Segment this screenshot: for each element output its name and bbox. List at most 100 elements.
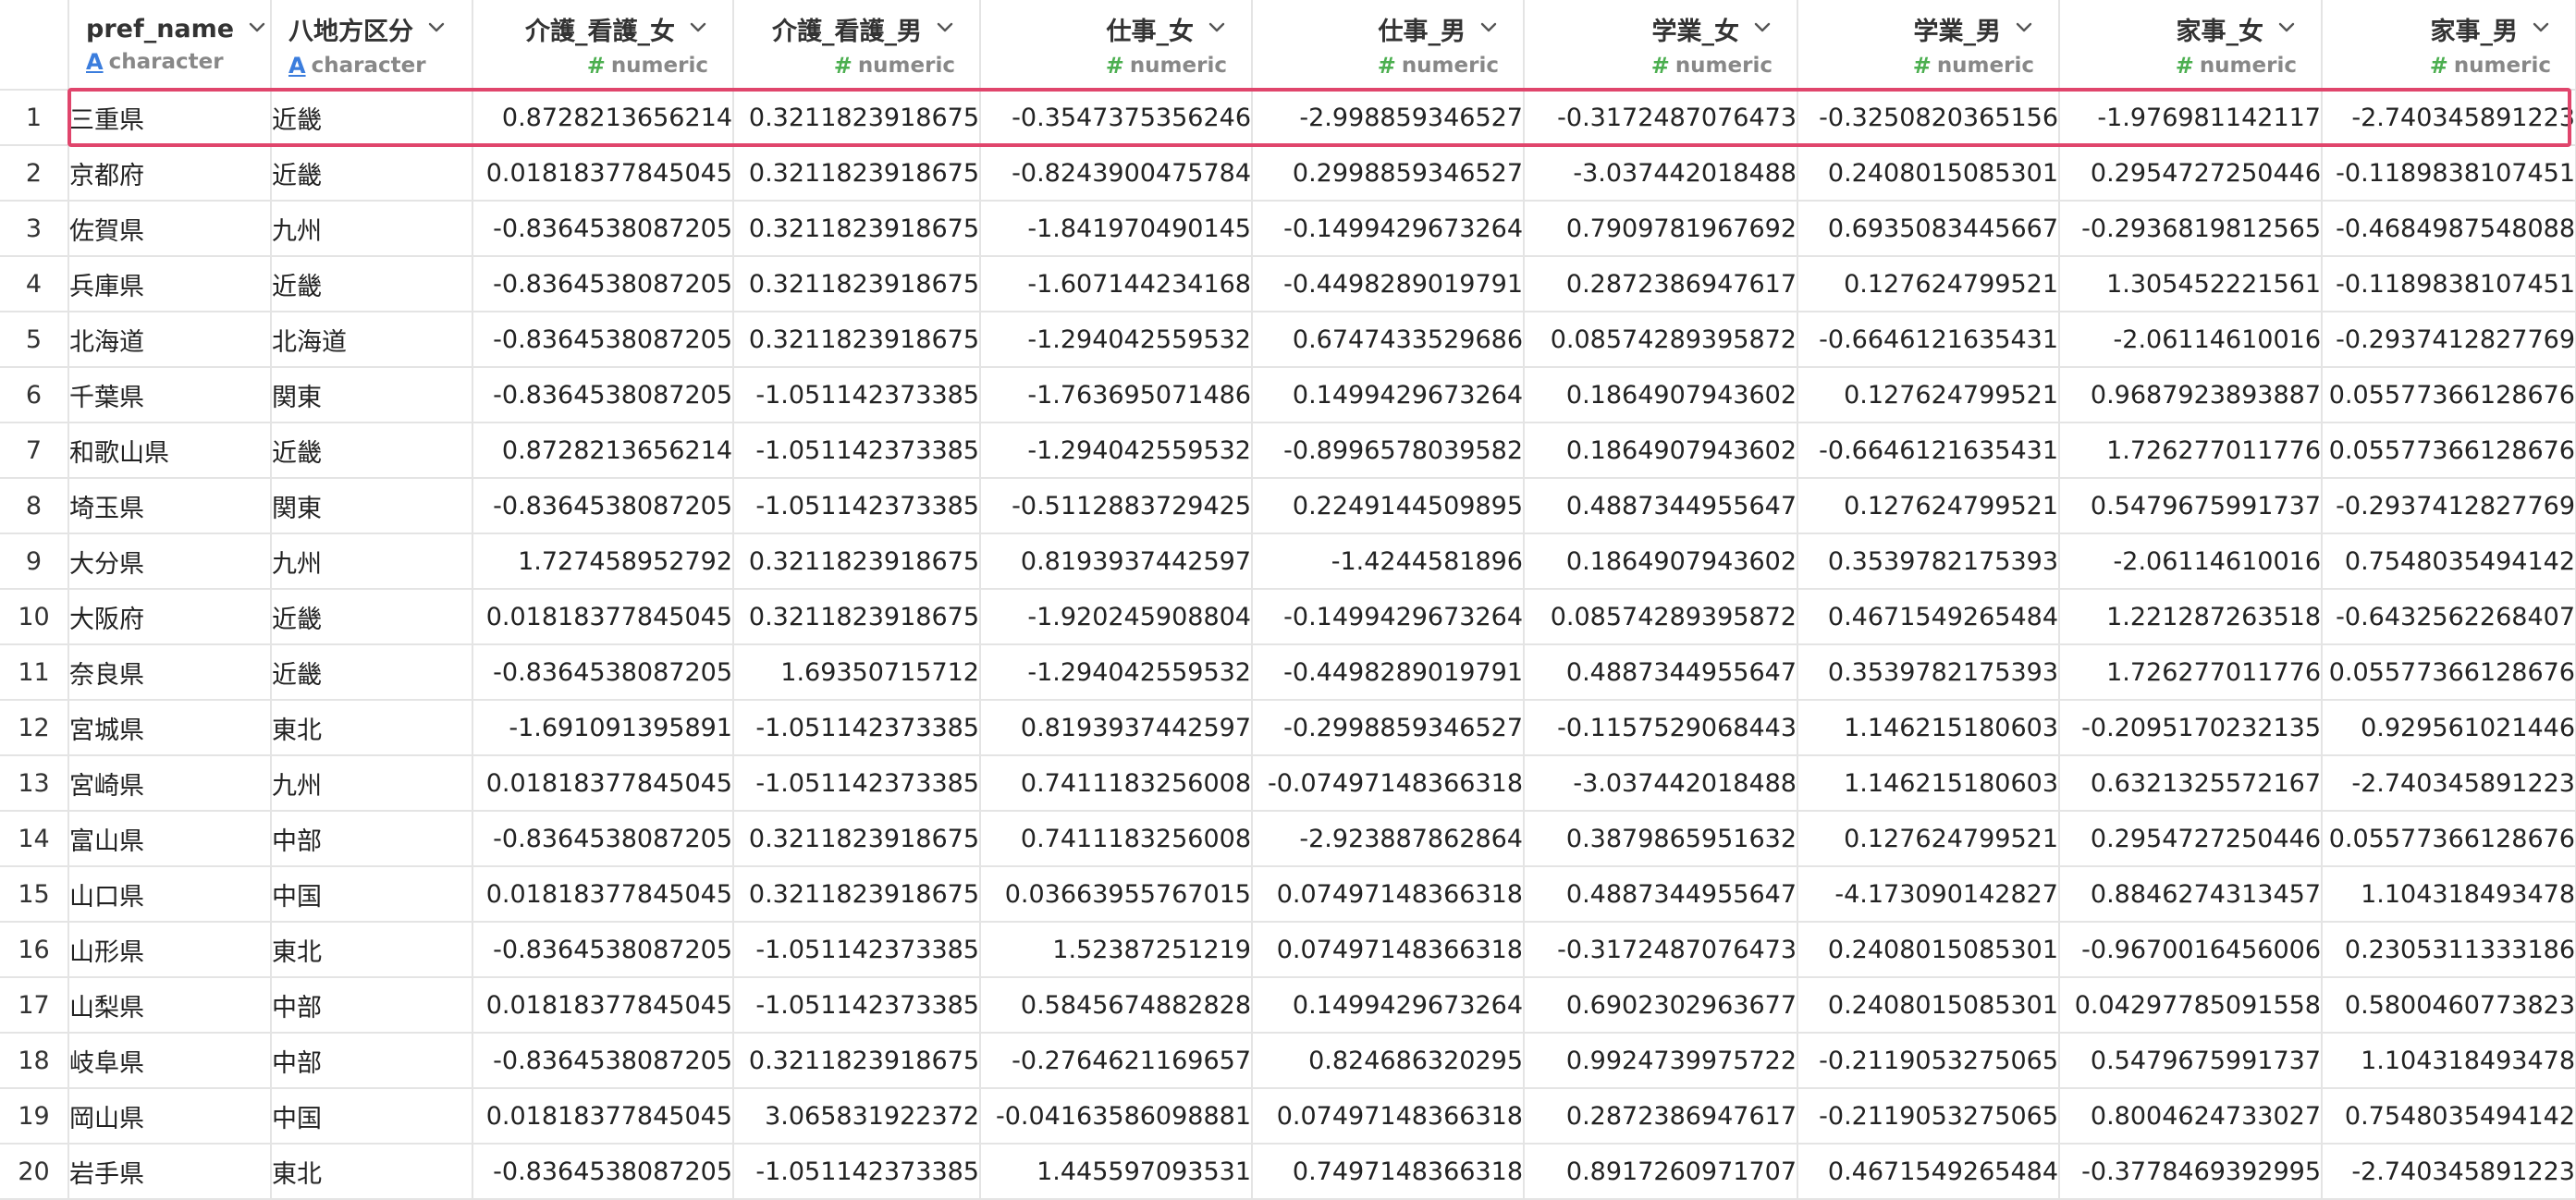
table-cell[interactable]: 和歌山県 [68,422,272,479]
table-cell[interactable]: 0.3211823918675 [733,256,981,312]
table-cell[interactable]: 0.5845674882828 [980,977,1253,1034]
table-cell[interactable]: -1.051142373385 [733,422,981,479]
table-cell[interactable]: 中国 [271,1088,473,1145]
table-cell[interactable]: -0.1499429673264 [1252,201,1525,257]
table-cell[interactable]: 0.8917260971707 [1524,1144,1798,1200]
table-cell[interactable]: -0.2936819812565 [2059,201,2323,257]
table-cell[interactable]: -0.8364538087205 [472,1144,734,1200]
table-cell[interactable]: -1.976981142117 [2059,90,2323,146]
table-row[interactable]: 3 佐賀県 九州 -0.8364538087205 0.3211823918675 -1.… [0,201,2576,257]
table-cell[interactable]: 千葉県 [68,367,272,423]
table-cell[interactable]: 0.05577366128676 [2322,644,2576,701]
table-cell[interactable]: 埼玉県 [68,478,272,534]
table-cell[interactable]: -0.5112883729425 [980,478,1253,534]
table-cell[interactable]: -0.8364538087205 [472,256,734,312]
table-cell[interactable]: -0.9670016456006 [2059,922,2323,978]
column-header[interactable]: pref_name Acharacter [68,0,272,91]
table-cell[interactable]: 山形県 [68,922,272,978]
table-cell[interactable]: -2.740345891223 [2322,755,2576,812]
table-cell[interactable]: 北海道 [271,312,473,368]
table-cell[interactable]: 佐賀県 [68,201,272,257]
table-cell[interactable]: 0.4887344955647 [1524,644,1798,701]
table-row[interactable]: 1 三重県 近畿 0.8728213656214 0.3211823918675 -0.3… [0,90,2576,146]
table-cell[interactable]: -0.2119053275065 [1797,1033,2060,1089]
table-cell[interactable]: 0.8004624733027 [2059,1088,2323,1145]
table-cell[interactable]: 1.221287263518 [2059,589,2323,645]
table-cell[interactable]: 東北 [271,700,473,756]
table-cell[interactable]: -0.07497148366318 [1252,755,1525,812]
table-cell[interactable]: 近畿 [271,256,473,312]
table-cell[interactable]: 0.9687923893887 [2059,367,2323,423]
table-cell[interactable]: -1.920245908804 [980,589,1253,645]
column-header[interactable]: 家事_女 # numeric [2059,0,2323,91]
table-cell[interactable]: -1.051142373385 [733,367,981,423]
table-cell[interactable]: 大阪府 [68,589,272,645]
table-cell[interactable]: -0.2937412827769 [2322,312,2576,368]
table-cell[interactable]: 0.2305311333186 [2322,922,2576,978]
table-cell[interactable]: -2.06114610016 [2059,533,2323,590]
table-cell[interactable]: -0.8996578039582 [1252,422,1525,479]
column-header[interactable]: 介護_看護_女 # numeric [472,0,734,91]
table-cell[interactable]: 0.08574289395872 [1524,312,1798,368]
table-cell[interactable]: -0.3172487076473 [1524,90,1798,146]
table-cell[interactable]: 0.6747433529686 [1252,312,1525,368]
table-cell[interactable]: 0.2998859346527 [1252,145,1525,202]
table-cell[interactable]: -0.8364538087205 [472,478,734,534]
table-cell[interactable]: 0.2408015085301 [1797,922,2060,978]
table-cell[interactable]: 近畿 [271,422,473,479]
chevron-down-icon[interactable] [1207,15,1227,43]
table-cell[interactable]: -0.8364538087205 [472,811,734,867]
table-cell[interactable]: 関東 [271,478,473,534]
table-cell[interactable]: -0.8364538087205 [472,367,734,423]
table-cell[interactable]: 1.146215180603 [1797,755,2060,812]
table-cell[interactable]: 0.8193937442597 [980,700,1253,756]
table-cell[interactable]: 東北 [271,922,473,978]
table-cell[interactable]: 0.07497148366318 [1252,922,1525,978]
table-cell[interactable]: -1.841970490145 [980,201,1253,257]
table-cell[interactable]: -2.740345891223 [2322,90,2576,146]
table-cell[interactable]: 関東 [271,367,473,423]
table-cell[interactable]: 0.9924739975722 [1524,1033,1798,1089]
table-row[interactable]: 7 和歌山県 近畿 0.8728213656214 -1.051142373385 -1.… [0,422,2576,479]
table-cell[interactable]: 0.3211823918675 [733,589,981,645]
chevron-down-icon[interactable] [1478,15,1499,43]
column-header[interactable]: 学業_男 # numeric [1797,0,2060,91]
chevron-down-icon[interactable] [1752,15,1773,43]
column-header[interactable]: 学業_女 # numeric [1524,0,1798,91]
table-row[interactable]: 14 富山県 中部 -0.8364538087205 0.3211823918675 0.… [0,811,2576,867]
table-cell[interactable]: 0.5479675991737 [2059,1033,2323,1089]
table-cell[interactable]: -0.6432562268407 [2322,589,2576,645]
table-cell[interactable]: 1.726277011776 [2059,422,2323,479]
table-cell[interactable]: -1.051142373385 [733,1144,981,1200]
table-row[interactable]: 10 大阪府 近畿 0.01818377845045 0.3211823918675 -1… [0,589,2576,645]
table-cell[interactable]: 0.5479675991737 [2059,478,2323,534]
table-cell[interactable]: 0.127624799521 [1797,478,2060,534]
table-cell[interactable]: 0.3211823918675 [733,312,981,368]
table-cell[interactable]: -0.8364538087205 [472,922,734,978]
table-cell[interactable]: -0.8364538087205 [472,1033,734,1089]
table-cell[interactable]: 九州 [271,201,473,257]
table-cell[interactable]: -0.4684987548088 [2322,201,2576,257]
table-cell[interactable]: 0.7909781967692 [1524,201,1798,257]
column-header[interactable]: 八地方区分 Acharacter [271,0,473,91]
table-cell[interactable]: 0.1864907943602 [1524,533,1798,590]
table-cell[interactable]: 1.146215180603 [1797,700,2060,756]
table-cell[interactable]: 0.6902302963677 [1524,977,1798,1034]
table-cell[interactable]: -2.740345891223 [2322,1144,2576,1200]
table-cell[interactable]: -0.04163586098881 [980,1088,1253,1145]
table-cell[interactable]: 0.2872386947617 [1524,1088,1798,1145]
table-cell[interactable]: 0.07497148366318 [1252,1088,1525,1145]
table-cell[interactable]: 0.7497148366318 [1252,1144,1525,1200]
table-cell[interactable]: -0.2119053275065 [1797,1088,2060,1145]
table-cell[interactable]: 三重県 [68,90,272,146]
chevron-down-icon[interactable] [247,15,267,43]
table-row[interactable]: 11 奈良県 近畿 -0.8364538087205 1.69350715712 -1.2… [0,644,2576,701]
table-row[interactable]: 19 岡山県 中国 0.01818377845045 3.065831922372 -0.… [0,1088,2576,1145]
table-cell[interactable]: 0.3211823918675 [733,90,981,146]
table-cell[interactable]: 宮崎県 [68,755,272,812]
table-cell[interactable]: 0.08574289395872 [1524,589,1798,645]
table-cell[interactable]: -0.3250820365156 [1797,90,2060,146]
table-cell[interactable]: 1.104318493478 [2322,866,2576,923]
table-cell[interactable]: -1.294042559532 [980,312,1253,368]
table-row[interactable]: 9 大分県 九州 1.727458952792 0.3211823918675 0.819… [0,533,2576,590]
